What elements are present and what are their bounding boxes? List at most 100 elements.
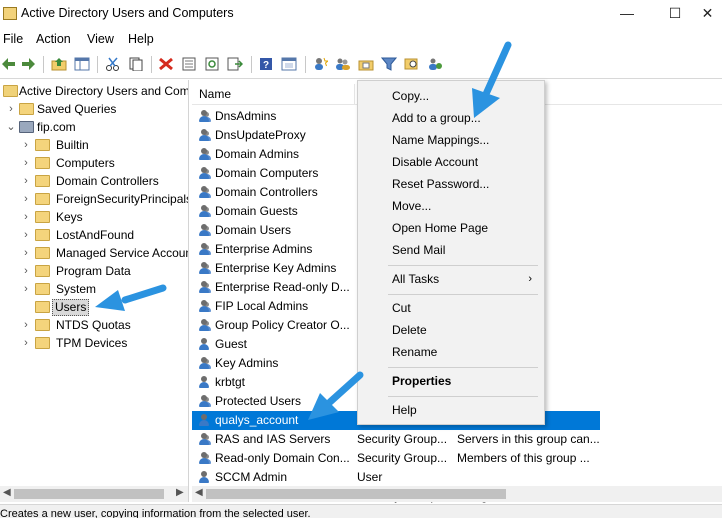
folder-icon <box>35 283 50 295</box>
table-row[interactable]: Read-only Domain Con... Security Group...… <box>192 449 600 468</box>
tree-item-label: Program Data <box>56 264 131 278</box>
menu-file[interactable]: File <box>3 32 23 46</box>
group-icon <box>198 167 211 180</box>
scrollbar-thumb[interactable] <box>206 489 506 499</box>
table-row[interactable]: SCCM Admin User <box>192 468 600 487</box>
cell-name: DnsAdmins <box>215 109 277 123</box>
close-button[interactable]: ✕ <box>693 2 722 26</box>
menu-rename[interactable]: Rename <box>358 342 544 362</box>
expand-chevron-icon[interactable]: › <box>21 172 31 190</box>
group-icon <box>198 452 211 465</box>
column-header-name[interactable]: Name <box>199 87 231 101</box>
status-bar: Creates a new user, copying information … <box>0 504 722 518</box>
add-to-group-icon[interactable] <box>426 55 444 73</box>
menu-help[interactable]: Help <box>358 400 544 420</box>
menu-action[interactable]: Action <box>36 32 71 46</box>
help-icon[interactable]: ? <box>257 55 275 73</box>
back-arrow-icon[interactable] <box>0 55 18 73</box>
scroll-left-icon[interactable]: ◀ <box>3 487 11 498</box>
properties-icon[interactable] <box>180 55 198 73</box>
find-icon[interactable] <box>403 55 421 73</box>
group-icon <box>198 300 211 313</box>
cell-name: Domain Computers <box>215 166 319 180</box>
group-icon <box>198 262 211 275</box>
menu-delete[interactable]: Delete <box>358 320 544 340</box>
cell-name: Domain Users <box>215 223 292 237</box>
cut-icon[interactable] <box>104 55 122 73</box>
maximize-button[interactable]: ☐ <box>655 2 695 26</box>
scrollbar-thumb[interactable] <box>14 489 164 499</box>
expand-chevron-icon[interactable]: › <box>21 280 31 298</box>
menu-help[interactable]: Help <box>128 32 154 46</box>
copy-icon[interactable] <box>127 55 145 73</box>
cell-name: Enterprise Key Admins <box>215 261 337 275</box>
menu-item-label: Copy... <box>392 89 430 103</box>
show-hide-tree-icon[interactable] <box>73 55 91 73</box>
tree-item-label: Saved Queries <box>37 102 117 116</box>
new-user-icon[interactable] <box>311 55 329 73</box>
expand-chevron-icon[interactable]: › <box>21 226 31 244</box>
tree-root-label: Active Directory Users and Com <box>19 84 189 98</box>
cell-name: Key Admins <box>215 356 279 370</box>
collapse-chevron-icon[interactable]: ⌄ <box>6 118 16 136</box>
menu-all-tasks[interactable]: All Tasks › <box>358 269 544 289</box>
expand-chevron-icon[interactable]: › <box>21 334 31 352</box>
new-group-icon[interactable] <box>334 55 352 73</box>
menu-add-to-group[interactable]: Add to a group... <box>358 108 544 128</box>
expand-chevron-icon[interactable]: › <box>21 154 31 172</box>
menu-open-home-page[interactable]: Open Home Page <box>358 218 544 238</box>
cell-name: Guest <box>215 337 248 351</box>
expand-chevron-icon[interactable]: › <box>21 244 31 262</box>
cell-name: SCCM Admin <box>215 470 288 484</box>
up-folder-icon[interactable] <box>50 55 68 73</box>
cell-name: Domain Admins <box>215 147 300 161</box>
tree-item-label: fip.com <box>37 120 76 134</box>
tree-item-label: NTDS Quotas <box>56 318 131 332</box>
filter-icon[interactable] <box>380 55 398 73</box>
table-row[interactable]: RAS and IAS Servers Security Group... Serv… <box>192 430 600 449</box>
tree-horizontal-scrollbar[interactable]: ◀ ▶ <box>0 486 188 502</box>
menu-cut[interactable]: Cut <box>358 298 544 318</box>
refresh-icon[interactable] <box>203 55 221 73</box>
forward-arrow-icon[interactable] <box>19 55 37 73</box>
expand-chevron-icon[interactable]: › <box>21 208 31 226</box>
menu-bar: File Action View Help <box>0 30 722 50</box>
list-horizontal-scrollbar[interactable]: ◀ <box>192 486 722 502</box>
group-icon <box>198 281 211 294</box>
expand-chevron-icon[interactable]: › <box>21 316 31 334</box>
group-icon <box>198 205 211 218</box>
scroll-left-icon[interactable]: ◀ <box>195 487 203 498</box>
user-icon <box>198 471 211 484</box>
menu-send-mail[interactable]: Send Mail <box>358 240 544 260</box>
menu-view[interactable]: View <box>87 32 114 46</box>
export-list-icon[interactable] <box>226 55 244 73</box>
group-icon <box>198 395 211 408</box>
cell-type: Security Group... <box>357 432 448 446</box>
menu-disable-account[interactable]: Disable Account <box>358 152 544 172</box>
delete-icon[interactable] <box>157 55 175 73</box>
folder-icon <box>35 193 50 205</box>
expand-chevron-icon[interactable]: › <box>21 136 31 154</box>
expand-chevron-icon[interactable]: › <box>21 190 31 208</box>
group-icon <box>198 110 211 123</box>
menu-copy[interactable]: Copy... <box>358 86 544 106</box>
menu-item-label: Delete <box>392 323 427 337</box>
new-ou-icon[interactable] <box>357 55 375 73</box>
minimize-button[interactable]: — <box>607 2 647 26</box>
console-icon[interactable] <box>280 55 298 73</box>
cell-description: Members of this group ... <box>457 451 590 465</box>
group-icon <box>198 224 211 237</box>
expand-chevron-icon[interactable]: › <box>21 262 31 280</box>
menu-reset-password[interactable]: Reset Password... <box>358 174 544 194</box>
menu-name-mappings[interactable]: Name Mappings... <box>358 130 544 150</box>
cell-name: Protected Users <box>215 394 302 408</box>
cell-type: Security Group... <box>357 451 448 465</box>
menu-item-label: Disable Account <box>392 155 479 169</box>
menu-properties[interactable]: Properties <box>358 371 544 391</box>
menu-move[interactable]: Move... <box>358 196 544 216</box>
cell-name: FIP Local Admins <box>215 299 309 313</box>
folder-icon <box>35 211 50 223</box>
expand-chevron-icon[interactable]: › <box>6 100 16 118</box>
scroll-right-icon[interactable]: ▶ <box>176 487 184 498</box>
cell-type: User <box>357 470 383 484</box>
